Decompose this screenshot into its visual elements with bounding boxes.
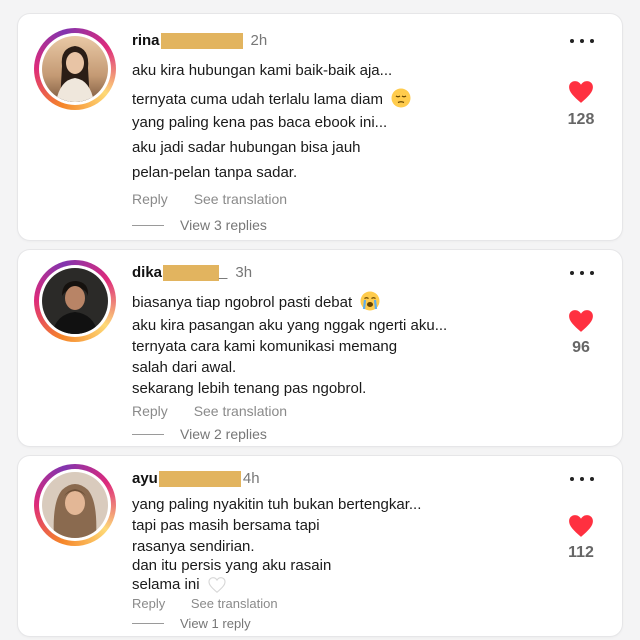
more-options-icon[interactable]	[570, 268, 594, 278]
reply-button[interactable]: Reply	[132, 191, 168, 207]
view-replies-link[interactable]: View 1 reply	[132, 616, 251, 631]
comment-card: dika _ 3h biasanya tiap ngobrol pasti de…	[18, 250, 622, 446]
heart-icon[interactable]	[568, 309, 594, 333]
comment-text-line: aku kira hubungan kami baik-baik aja...	[132, 62, 393, 79]
like-count: 96	[572, 339, 590, 356]
view-replies-link[interactable]: View 2 replies	[132, 426, 267, 442]
heart-icon[interactable]	[568, 80, 594, 104]
comment-text-line: pelan-pelan tanpa sadar.	[132, 164, 298, 181]
see-translation-button[interactable]: See translation	[194, 191, 287, 207]
timestamp: 4h	[242, 470, 260, 487]
reply-button[interactable]: Reply	[132, 403, 168, 419]
see-translation-button[interactable]: See translation	[191, 596, 278, 611]
comment-text: ternyata cuma udah terlalu lama diam	[132, 91, 383, 108]
pensive-face-icon	[391, 88, 411, 108]
comment-header: ayu 4h	[132, 470, 260, 487]
more-options-icon[interactable]	[570, 36, 594, 46]
comment-text-line: tapi pas masih bersama tapi	[132, 517, 320, 534]
comment-text-line: rasanya sendirian.	[132, 538, 255, 555]
see-translation-button[interactable]: See translation	[194, 403, 287, 419]
like-count: 112	[568, 544, 594, 561]
avatar-story-ring[interactable]	[34, 260, 116, 342]
heart-icon[interactable]	[568, 514, 594, 538]
comment-text-line: aku jadi sadar hubungan bisa jauh	[132, 139, 361, 156]
comment-text-line: aku kira pasangan aku yang nggak ngerti …	[132, 317, 448, 334]
divider	[132, 433, 164, 435]
comment-text-line: dan itu persis yang aku rasain	[132, 557, 332, 574]
redaction-bar	[163, 264, 220, 281]
divider	[132, 623, 164, 624]
comment-text-line: yang paling nyakitin tuh bukan bertengka…	[132, 496, 422, 513]
more-options-icon[interactable]	[570, 474, 594, 484]
timestamp: 2h	[250, 32, 268, 49]
like-count: 128	[567, 111, 595, 128]
comment-header: rina 2h	[132, 32, 267, 49]
redaction-bar	[160, 32, 243, 49]
comment-actions: Reply See translation	[132, 191, 309, 207]
username-suffix: _	[219, 264, 228, 281]
view-replies-link[interactable]: View 3 replies	[132, 217, 267, 233]
comment-text-line: ternyata cara kami komunikasi memang	[132, 338, 398, 355]
comment-card: rina 2h aku kira hubungan kami baik-baik…	[18, 14, 622, 240]
username[interactable]: dika	[132, 264, 162, 281]
view-replies-label[interactable]: View 2 replies	[180, 426, 267, 442]
comment-text: selama ini	[132, 576, 200, 593]
username[interactable]: rina	[132, 32, 160, 49]
view-replies-label[interactable]: View 1 reply	[180, 616, 251, 631]
avatar-story-ring[interactable]	[34, 464, 116, 546]
reply-button[interactable]: Reply	[132, 596, 165, 611]
comment-text-line: salah dari awal.	[132, 359, 237, 376]
comment-text-line: selama ini	[132, 576, 226, 593]
comment-actions: Reply See translation	[132, 596, 300, 611]
white-heart-icon	[208, 577, 226, 593]
comment-text-line: sekarang lebih tenang pas ngobrol.	[132, 380, 367, 397]
avatar	[42, 268, 108, 334]
redaction-bar	[158, 470, 241, 487]
comment-header: dika _ 3h	[132, 264, 252, 281]
avatar	[42, 472, 108, 538]
avatar	[42, 36, 108, 102]
comment-text-line: biasanya tiap ngobrol pasti debat	[132, 291, 380, 311]
comment-text-line: yang paling kena pas baca ebook ini...	[132, 114, 388, 131]
comment-card: ayu 4h yang paling nyakitin tuh bukan be…	[18, 456, 622, 636]
comment-text-line: ternyata cuma udah terlalu lama diam	[132, 88, 411, 108]
timestamp: 3h	[235, 264, 253, 281]
divider	[132, 224, 164, 226]
comment-text: biasanya tiap ngobrol pasti debat	[132, 294, 353, 311]
avatar-story-ring[interactable]	[34, 28, 116, 110]
view-replies-label[interactable]: View 3 replies	[180, 217, 267, 233]
comment-actions: Reply See translation	[132, 403, 309, 419]
loudly-crying-face-icon	[360, 291, 380, 311]
username[interactable]: ayu	[132, 470, 158, 487]
